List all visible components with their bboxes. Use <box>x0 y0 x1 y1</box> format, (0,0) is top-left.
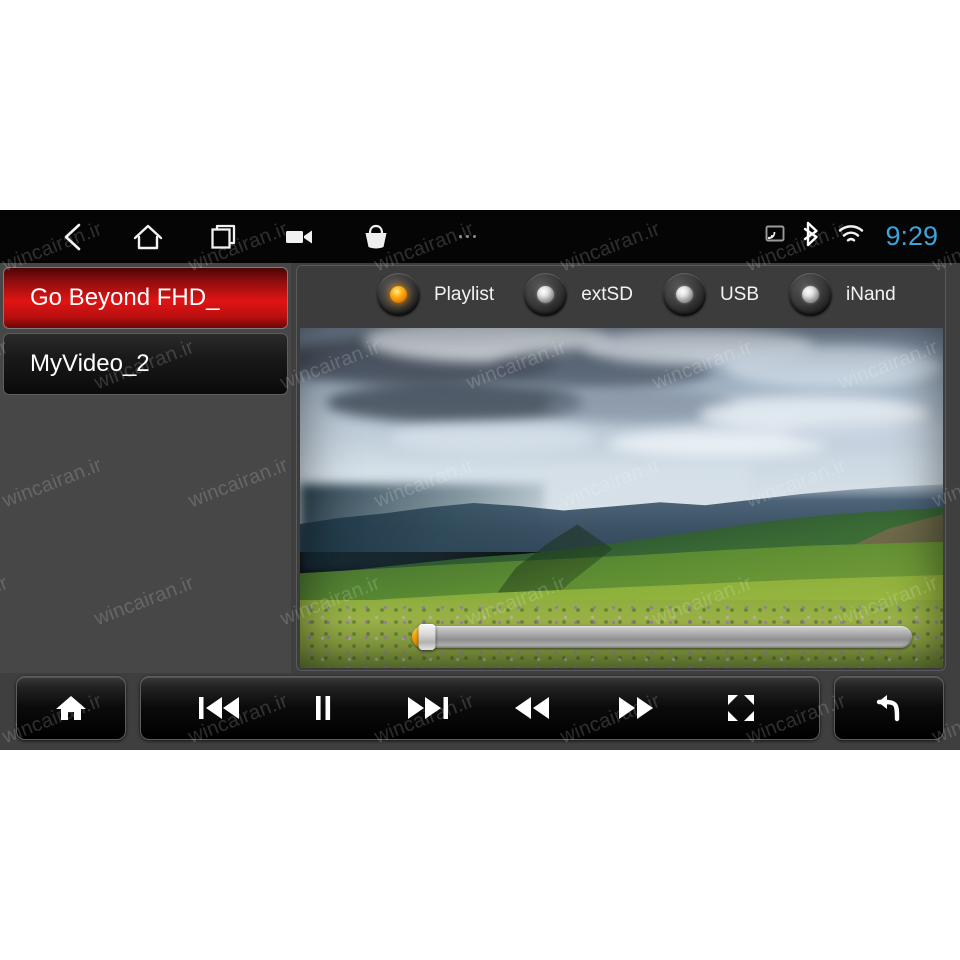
playlist-item-title: Go Beyond FHD_ <box>30 284 220 311</box>
video-camera-icon[interactable] <box>262 210 338 263</box>
fullscreen-icon <box>725 692 757 724</box>
cast-icon[interactable] <box>763 224 787 249</box>
playlist-item-title: MyVideo_2 <box>30 350 150 377</box>
fast-forward-icon <box>615 693 657 723</box>
watermark-text: wincairan.ir <box>649 99 756 159</box>
seek-thumb-handle[interactable] <box>418 624 436 650</box>
watermark-text: wincairan.ir <box>557 0 664 41</box>
watermark-text: wincairan.ir <box>277 99 384 159</box>
watermark-text: wincairan.ir <box>743 0 850 41</box>
list-item[interactable]: MyVideo_2 <box>3 333 288 395</box>
source-option-inand[interactable]: iNand <box>789 266 896 323</box>
status-indicator-group: 9:29 <box>763 210 938 263</box>
source-option-usb[interactable]: USB <box>662 266 760 323</box>
pause-button[interactable] <box>279 676 367 740</box>
status-clock: 9:29 <box>885 221 938 251</box>
radio-led-bezel <box>377 273 420 316</box>
source-option-playlist[interactable]: Playlist <box>377 266 494 323</box>
watermark-text: wincairan.ir <box>277 807 384 867</box>
radio-led-off-icon <box>802 286 820 303</box>
list-item[interactable]: Go Beyond FHD_ <box>3 267 288 329</box>
next-track-button[interactable] <box>384 676 472 740</box>
watermark-text: wincairan.ir <box>91 807 198 867</box>
previous-track-icon <box>196 693 242 723</box>
overflow-dots-glyph <box>458 235 476 238</box>
shopping-bag-icon[interactable] <box>338 210 414 263</box>
head-unit-screen: 9:29 Go Beyond FHD_ MyVideo_2 Playlist e… <box>0 210 960 750</box>
radio-led-bezel <box>662 273 706 316</box>
radio-led-on-icon <box>390 286 407 303</box>
seek-track[interactable] <box>412 624 912 650</box>
watermark-text: wincairan.ir <box>743 925 850 960</box>
cloud <box>724 345 943 390</box>
watermark-text: wincairan.ir <box>929 925 960 960</box>
pause-icon <box>311 693 335 723</box>
fullscreen-button[interactable] <box>697 676 785 740</box>
seek-bar[interactable] <box>412 624 912 650</box>
home-icon[interactable] <box>110 210 186 263</box>
back-button[interactable] <box>834 676 944 740</box>
source-option-label: iNand <box>846 283 896 305</box>
recents-icon[interactable] <box>186 210 262 263</box>
source-option-label: Playlist <box>434 283 495 305</box>
playlist-panel: Go Beyond FHD_ MyVideo_2 <box>0 263 291 673</box>
watermark-text: wincairan.ir <box>835 99 942 159</box>
watermark-text: wincairan.ir <box>185 0 292 41</box>
video-player-app: Go Beyond FHD_ MyVideo_2 Playlist extSD … <box>0 263 960 750</box>
cloud <box>788 419 943 447</box>
return-arrow-icon <box>872 692 906 724</box>
overflow-dots-icon[interactable] <box>432 210 502 263</box>
back-chevron-icon[interactable] <box>34 210 110 263</box>
source-selector: Playlist extSD USB iNand <box>297 266 945 323</box>
watermark-text: wincairan.ir <box>835 807 942 867</box>
previous-track-button[interactable] <box>175 676 263 740</box>
android-status-bar: 9:29 <box>0 210 960 263</box>
radio-led-bezel <box>789 273 833 316</box>
fast-forward-button[interactable] <box>592 676 680 740</box>
watermark-text: wincairan.ir <box>371 0 478 41</box>
video-frame <box>300 328 943 668</box>
watermark-text: wincairan.ir <box>371 925 478 960</box>
source-option-extsd[interactable]: extSD <box>524 266 633 323</box>
home-solid-icon <box>54 692 88 724</box>
home-button[interactable] <box>16 676 126 740</box>
video-viewport[interactable] <box>300 328 943 668</box>
next-track-icon <box>405 693 451 723</box>
product-photo-canvas: 9:29 Go Beyond FHD_ MyVideo_2 Playlist e… <box>0 0 960 960</box>
watermark-text: wincairan.ir <box>463 807 570 867</box>
watermark-text: wincairan.ir <box>649 807 756 867</box>
wifi-icon[interactable] <box>837 223 865 250</box>
radio-led-off-icon <box>675 286 693 303</box>
radio-led-off-icon <box>537 286 555 303</box>
watermark-text: wincairan.ir <box>463 99 570 159</box>
navigation-button-group <box>34 210 502 263</box>
media-control-cluster <box>140 676 820 740</box>
source-option-label: USB <box>719 283 760 305</box>
source-option-label: extSD <box>581 283 633 305</box>
radio-led-bezel <box>524 273 568 316</box>
watermark-text: wincairan.ir <box>0 925 106 960</box>
watermark-text: wincairan.ir <box>0 0 106 41</box>
watermark-text: wincairan.ir <box>0 99 12 159</box>
watermark-text: wincairan.ir <box>91 99 198 159</box>
watermark-text: wincairan.ir <box>557 925 664 960</box>
watermark-text: wincairan.ir <box>185 925 292 960</box>
watermark-text: wincairan.ir <box>0 807 12 867</box>
rewind-icon <box>511 693 553 723</box>
cloud <box>390 423 596 454</box>
player-right-panel: Playlist extSD USB iNand <box>296 265 946 671</box>
watermark-text: wincairan.ir <box>929 0 960 41</box>
transport-control-bar <box>0 672 960 750</box>
rewind-button[interactable] <box>488 676 576 740</box>
bluetooth-icon[interactable] <box>801 221 823 252</box>
